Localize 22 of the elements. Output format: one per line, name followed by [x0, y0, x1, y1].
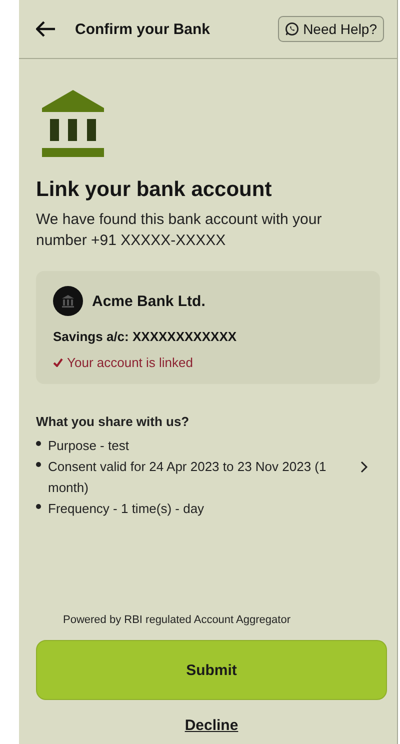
- list-item-text: Consent valid for 24 Apr 2023 to 23 Nov 2023 (1 month): [48, 458, 328, 497]
- submit-button[interactable]: Submit: [36, 640, 387, 700]
- chat-icon: [285, 22, 300, 36]
- bank-icon: [42, 90, 104, 157]
- bullet-icon: [36, 462, 41, 467]
- account-number: Savings a/c: XXXXXXXXXXXX: [53, 329, 238, 344]
- help-button[interactable]: Need Help?: [278, 16, 384, 42]
- description: We have found this bank account with your number +91 XXXXX-XXXXX: [36, 210, 323, 251]
- powered-by-text: Powered by RBI regulated Account Aggregator: [63, 614, 290, 626]
- status-text: Your account is linked: [67, 355, 193, 370]
- list-item-text: Purpose - test: [48, 437, 130, 455]
- bank-name: Acme Bank Ltd.: [92, 292, 206, 310]
- bullet-icon: [36, 441, 41, 446]
- chevron-right-icon[interactable]: [360, 461, 368, 473]
- list-item-text: Frequency - 1 time(s) - day: [48, 500, 206, 518]
- bullet-icon: [36, 504, 41, 509]
- bank-logo-icon: [53, 286, 83, 316]
- back-arrow-icon[interactable]: [36, 21, 56, 37]
- heading: Link your bank account: [36, 178, 273, 202]
- section-title: What you share with us?: [36, 414, 190, 429]
- page-title: Confirm your Bank: [75, 20, 212, 38]
- decline-link[interactable]: Decline: [184, 717, 238, 734]
